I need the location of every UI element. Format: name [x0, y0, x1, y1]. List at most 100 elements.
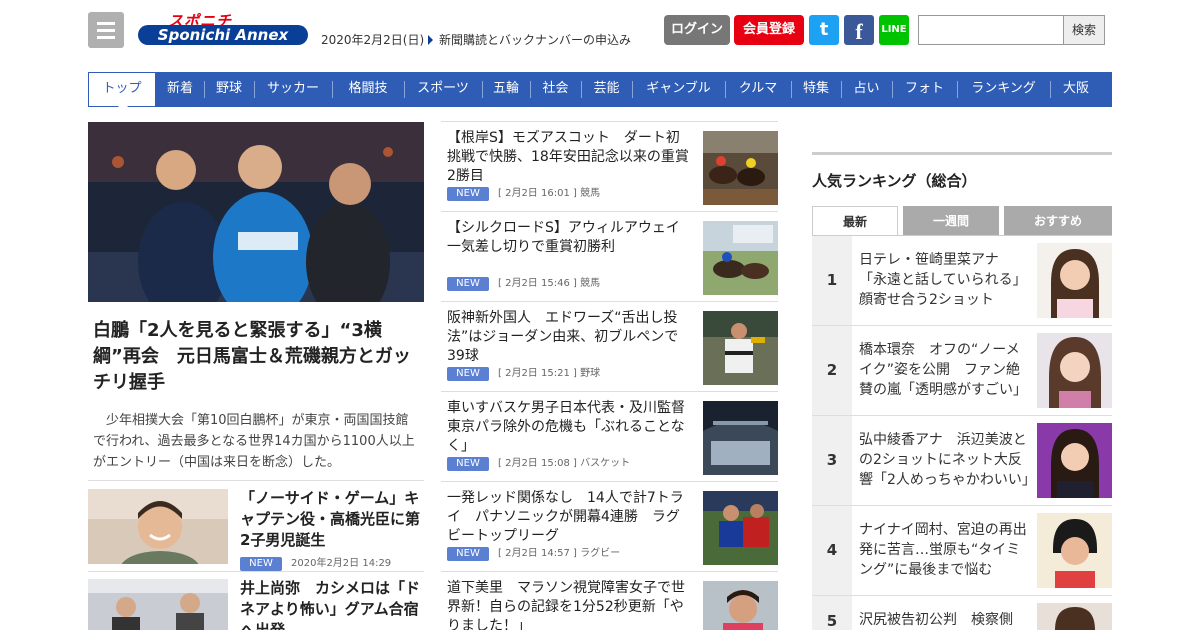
nav-item-ranking[interactable]: ランキング — [957, 72, 1050, 107]
ranking-item[interactable]: 3 弘中綾香アナ 浜辺美波との2ショットにネット大反響「2人めっちゃかわいい」 — [812, 416, 1112, 506]
tab-recommended[interactable]: おすすめ — [1004, 206, 1112, 236]
rank-number: 5 — [812, 596, 852, 630]
search-input[interactable] — [918, 15, 1064, 45]
news-category: 競馬 — [580, 278, 601, 289]
ranking-item[interactable]: 2 橋本環奈 オフの“ノーメイク”姿を公開 ファン絶賛の嵐「透明感がすごい」 — [812, 326, 1112, 416]
global-nav: トップ 新着 野球 サッカー 格闘技 スポーツ 五輪 社会 芸能 ギャンブル ク… — [88, 72, 1112, 112]
news-time: [ 2月2日 16:01 ] — [498, 188, 577, 199]
new-badge: NEW — [447, 277, 489, 291]
ranking-item[interactable]: 1 日テレ・笹崎里菜アナ 「永遠と話していられる」顔寄せ合う2ショット — [812, 236, 1112, 326]
nav-item-fighting[interactable]: 格闘技 — [332, 72, 404, 107]
news-thumbnail[interactable] — [703, 581, 778, 630]
nav-item-gamble[interactable]: ギャンブル — [632, 72, 725, 107]
news-time: [ 2月2日 15:21 ] — [498, 368, 577, 379]
ranking-title[interactable]: ナイナイ岡村、宮迫の再出発に苦言…蛍原も“タイミング”に最後まで悩む — [859, 520, 1031, 581]
hero-lead: 少年相撲大会「第10回白鵬杯」が東京・両国国技館で行われ、過去最多となる世界14… — [93, 413, 415, 470]
facebook-icon[interactable]: f — [844, 15, 874, 45]
list-item[interactable]: 車いすバスケ男子日本代表・及川監督 東京パラ除外の危機も「ぶれることなく」 NE… — [441, 391, 778, 475]
nav-item-top[interactable]: トップ — [88, 72, 156, 112]
nav-item-soccer[interactable]: サッカー — [254, 72, 332, 107]
ranking-title[interactable]: 日テレ・笹崎里菜アナ 「永遠と話していられる」顔寄せ合う2ショット — [859, 250, 1031, 311]
news-thumbnail[interactable] — [703, 131, 778, 205]
new-badge: NEW — [447, 457, 489, 471]
ranking-thumbnail[interactable] — [1037, 603, 1112, 630]
list-item[interactable]: 道下美里 マラソン視覚障害女子で世界新！自らの記録を1分52秒更新「やりました！… — [441, 571, 778, 630]
nav-item-special[interactable]: 特集 — [791, 72, 841, 107]
news-meta: NEW [ 2月2日 16:01 ] 競馬 — [447, 184, 600, 201]
news-category: バスケット — [580, 458, 631, 469]
site-header: スポニチ Sponichi Annex 2020年2月2日(日) 新聞購読とバッ… — [88, 12, 1112, 52]
ranking-thumbnail[interactable] — [1037, 423, 1112, 498]
news-meta: NEW [ 2月2日 14:57 ] ラグビー — [447, 544, 620, 561]
hero-photo[interactable] — [88, 122, 424, 302]
new-badge: NEW — [447, 187, 489, 201]
news-category: 野球 — [580, 368, 601, 379]
logo-main-text: Sponichi Annex — [138, 25, 308, 45]
news-thumbnail[interactable] — [88, 489, 228, 564]
divider — [88, 571, 424, 572]
ranking-top-line — [812, 152, 1112, 155]
ranking-title[interactable]: 橋本環奈 オフの“ノーメイク”姿を公開 ファン絶賛の嵐「透明感がすごい」 — [859, 340, 1031, 401]
news-thumbnail[interactable] — [703, 311, 778, 385]
list-item[interactable]: 一発レッド関係なし 14人で計7トライ パナソニックが開幕4連勝 ラグビートップ… — [441, 481, 778, 565]
list-item[interactable]: 【シルクロードS】アウィルアウェイ 一気差し切りで重賞初勝利 NEW [ 2月2日… — [441, 211, 778, 295]
news-thumbnail[interactable] — [88, 579, 228, 630]
news-title[interactable]: 道下美里 マラソン視覚障害女子で世界新！自らの記録を1分52秒更新「やりました！… — [447, 579, 693, 630]
nav-item-new[interactable]: 新着 — [156, 72, 204, 107]
ranking-title[interactable]: 弘中綾香アナ 浜辺美波との2ショットにネット大反響「2人めっちゃかわいい」 — [859, 430, 1031, 491]
divider — [88, 480, 424, 481]
news-thumbnail[interactable] — [703, 401, 778, 475]
nav-item-sports[interactable]: スポーツ — [404, 72, 482, 107]
nav-item-baseball[interactable]: 野球 — [204, 72, 254, 107]
nav-item-car[interactable]: クルマ — [725, 72, 791, 107]
line-icon[interactable]: LINE — [879, 15, 909, 45]
new-badge: NEW — [240, 557, 282, 571]
ranking-thumbnail[interactable] — [1037, 513, 1112, 588]
news-title[interactable]: 阪神新外国人 エドワーズ“舌出し投法”はジョーダン由来、初ブルペンで39球 — [447, 309, 693, 366]
search-button[interactable]: 検索 — [1063, 15, 1105, 45]
rank-number: 3 — [812, 416, 852, 505]
ranking-item[interactable]: 5 沢尻被告初公判 検察側 — [812, 596, 1112, 630]
hero-title[interactable]: 白鵬「2人を見ると緊張する」“3横綱”再会 元日馬富士＆荒磯親方とガッチリ握手 — [93, 318, 426, 396]
ranking-heading: 人気ランキング（総合） — [812, 172, 977, 190]
rank-number: 4 — [812, 506, 852, 595]
nav-item-osaka[interactable]: 大阪 — [1050, 72, 1102, 107]
tab-week[interactable]: 一週間 — [903, 206, 999, 236]
hamburger-menu-icon[interactable] — [88, 12, 124, 48]
nav-item-photo[interactable]: フォト — [892, 72, 957, 107]
news-title[interactable]: 「ノーサイド・ゲーム」キャプテン役・高橋光臣に第2子男児誕生 — [240, 488, 422, 551]
news-time: 2020年2月2日 14:29 — [291, 558, 392, 569]
rank-number: 1 — [812, 236, 852, 325]
news-meta: NEW [ 2月2日 15:46 ] 競馬 — [447, 274, 600, 291]
register-button[interactable]: 会員登録 — [734, 15, 804, 45]
nav-item-fortune[interactable]: 占い — [841, 72, 892, 107]
list-item[interactable]: 阪神新外国人 エドワーズ“舌出し投法”はジョーダン由来、初ブルペンで39球 NE… — [441, 301, 778, 385]
news-meta: NEW 2020年2月2日 14:29 — [240, 554, 391, 571]
news-thumbnail[interactable] — [703, 491, 778, 565]
rank-number: 2 — [812, 326, 852, 415]
news-title[interactable]: 【根岸S】モズアスコット ダート初挑戦で快勝、18年安田記念以来の重賞2勝目 — [447, 129, 693, 186]
new-badge: NEW — [447, 367, 489, 381]
twitter-icon[interactable]: t — [809, 15, 839, 45]
subscription-link[interactable]: 新聞購読とバックナンバーの申込み — [428, 31, 631, 48]
news-title[interactable]: 車いすバスケ男子日本代表・及川監督 東京パラ除外の危機も「ぶれることなく」 — [447, 399, 693, 456]
news-title[interactable]: 【シルクロードS】アウィルアウェイ 一気差し切りで重賞初勝利 — [447, 219, 693, 276]
ranking-thumbnail[interactable] — [1037, 243, 1112, 318]
ranking-title[interactable]: 沢尻被告初公判 検察側 — [859, 610, 1031, 630]
nav-item-entertainment[interactable]: 芸能 — [581, 72, 632, 107]
ranking-item[interactable]: 4 ナイナイ岡村、宮迫の再出発に苦言…蛍原も“タイミング”に最後まで悩む — [812, 506, 1112, 596]
ranking-thumbnail[interactable] — [1037, 333, 1112, 408]
list-item[interactable]: 【根岸S】モズアスコット ダート初挑戦で快勝、18年安田記念以来の重賞2勝目 N… — [441, 121, 778, 205]
news-meta: NEW [ 2月2日 15:21 ] 野球 — [447, 364, 600, 381]
tab-latest[interactable]: 最新 — [812, 206, 898, 236]
login-button[interactable]: ログイン — [664, 15, 730, 45]
news-time: [ 2月2日 14:57 ] — [498, 548, 577, 559]
news-time: [ 2月2日 15:46 ] — [498, 278, 577, 289]
news-category: ラグビー — [580, 548, 621, 559]
news-title[interactable]: 井上尚弥 カシメロは「ドネアより怖い」グアム合宿へ出発 — [240, 578, 422, 630]
news-thumbnail[interactable] — [703, 221, 778, 295]
nav-item-society[interactable]: 社会 — [530, 72, 581, 107]
nav-item-olympics[interactable]: 五輪 — [482, 72, 530, 107]
news-title[interactable]: 一発レッド関係なし 14人で計7トライ パナソニックが開幕4連勝 ラグビートップ… — [447, 489, 693, 546]
site-logo[interactable]: スポニチ Sponichi Annex — [138, 12, 308, 48]
